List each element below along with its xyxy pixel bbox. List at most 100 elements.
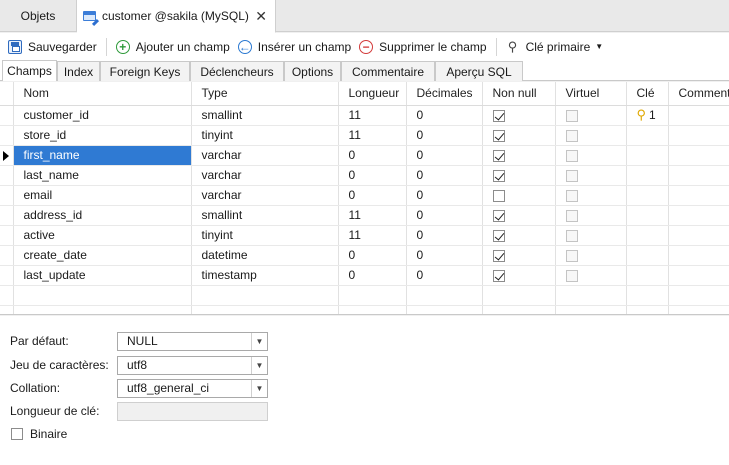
cell-virtual[interactable] <box>555 125 627 146</box>
cell-comment[interactable] <box>668 245 729 266</box>
primary-key-button[interactable]: ⚲ Clé primaire ▼ <box>502 36 608 58</box>
fields-grid[interactable]: Nom Type Longueur Décimales Non null Vir… <box>0 82 729 315</box>
column-header-virtuel[interactable]: Virtuel <box>555 82 627 106</box>
column-header-nom[interactable]: Nom <box>13 82 192 106</box>
cell-not-null[interactable] <box>482 165 556 186</box>
row-indicator[interactable] <box>0 225 14 246</box>
cell-key[interactable] <box>626 265 669 286</box>
chevron-down-icon[interactable]: ▼ <box>251 333 267 350</box>
chevron-down-icon[interactable]: ▼ <box>251 357 267 374</box>
cell-comment[interactable] <box>668 185 729 206</box>
not-null-checkbox[interactable] <box>492 249 505 262</box>
cell-name[interactable]: last_name <box>13 165 192 186</box>
row-indicator[interactable] <box>0 305 14 314</box>
save-button[interactable]: Sauvegarder <box>4 36 101 58</box>
cell-virtual[interactable] <box>555 145 627 166</box>
cell-key[interactable] <box>626 245 669 266</box>
cell-key[interactable] <box>626 125 669 146</box>
table-row[interactable]: email varchar 0 0 <box>0 185 729 206</box>
row-indicator[interactable] <box>0 245 14 266</box>
cell-comment[interactable] <box>668 125 729 146</box>
cell-length[interactable]: 0 <box>338 145 407 166</box>
cell-decimals[interactable]: 0 <box>406 185 483 206</box>
cell-name[interactable]: active <box>13 225 192 246</box>
cell-length[interactable]: 0 <box>338 165 407 186</box>
not-null-checkbox[interactable] <box>492 109 505 122</box>
table-row[interactable]: first_name varchar 0 0 <box>0 145 729 166</box>
not-null-checkbox[interactable] <box>492 209 505 222</box>
row-indicator[interactable] <box>0 185 14 206</box>
cell-key[interactable] <box>626 185 669 206</box>
cell-key[interactable] <box>626 225 669 246</box>
cell-not-null[interactable] <box>482 265 556 286</box>
not-null-checkbox[interactable] <box>492 269 505 282</box>
tab-declencheurs[interactable]: Déclencheurs <box>190 61 284 81</box>
cell-name[interactable]: create_date <box>13 245 192 266</box>
cell-type[interactable]: tinyint <box>191 125 339 146</box>
row-indicator[interactable] <box>0 205 14 226</box>
cell-type[interactable]: varchar <box>191 165 339 186</box>
column-header-longueur[interactable]: Longueur <box>338 82 407 106</box>
cell-length[interactable]: 0 <box>338 265 407 286</box>
cell-comment[interactable] <box>668 105 729 126</box>
cell-key[interactable] <box>626 165 669 186</box>
column-header-commentaire[interactable]: Commentaire <box>668 82 729 106</box>
table-row[interactable]: last_update timestamp 0 0 <box>0 265 729 286</box>
tab-foreign-keys[interactable]: Foreign Keys <box>100 61 190 81</box>
not-null-checkbox[interactable] <box>492 129 505 142</box>
table-row[interactable]: address_id smallint 11 0 <box>0 205 729 226</box>
default-combo[interactable]: NULL ▼ <box>117 332 268 351</box>
table-row[interactable]: create_date datetime 0 0 <box>0 245 729 266</box>
cell-name[interactable]: first_name <box>13 145 192 166</box>
not-null-checkbox[interactable] <box>492 229 505 242</box>
cell-comment[interactable] <box>668 145 729 166</box>
cell-virtual[interactable] <box>555 105 627 126</box>
chevron-down-icon[interactable]: ▼ <box>251 380 267 397</box>
cell-decimals[interactable]: 0 <box>406 165 483 186</box>
not-null-checkbox[interactable] <box>492 149 505 162</box>
cell-not-null[interactable] <box>482 185 556 206</box>
cell-virtual[interactable] <box>555 185 627 206</box>
column-header-type[interactable]: Type <box>191 82 339 106</box>
cell-not-null[interactable] <box>482 225 556 246</box>
tab-apercu-sql[interactable]: Aperçu SQL <box>435 61 523 81</box>
cell-name[interactable]: email <box>13 185 192 206</box>
cell-comment[interactable] <box>668 205 729 226</box>
row-indicator[interactable] <box>0 285 14 306</box>
cell-decimals[interactable]: 0 <box>406 245 483 266</box>
column-header-non-null[interactable]: Non null <box>482 82 556 106</box>
cell-comment[interactable] <box>668 225 729 246</box>
cell-name[interactable]: last_update <box>13 265 192 286</box>
cell-decimals[interactable]: 0 <box>406 205 483 226</box>
cell-length[interactable]: 11 <box>338 105 407 126</box>
charset-combo[interactable]: utf8 ▼ <box>117 356 268 375</box>
cell-not-null[interactable] <box>482 145 556 166</box>
row-indicator[interactable] <box>0 145 14 166</box>
cell-virtual[interactable] <box>555 165 627 186</box>
cell-type[interactable]: varchar <box>191 145 339 166</box>
delete-field-button[interactable]: − Supprimer le champ <box>355 36 490 58</box>
tab-options[interactable]: Options <box>284 61 341 81</box>
cell-decimals[interactable]: 0 <box>406 265 483 286</box>
cell-length[interactable]: 11 <box>338 125 407 146</box>
cell-decimals[interactable]: 0 <box>406 125 483 146</box>
cell-comment[interactable] <box>668 265 729 286</box>
cell-type[interactable]: varchar <box>191 185 339 206</box>
table-row[interactable]: active tinyint 11 0 <box>0 225 729 246</box>
cell-not-null[interactable] <box>482 125 556 146</box>
column-header-cle[interactable]: Clé <box>626 82 669 106</box>
collation-combo[interactable]: utf8_general_ci ▼ <box>117 379 268 398</box>
tab-customer-design[interactable]: customer @sakila (MySQL) ✕ <box>77 0 276 33</box>
row-indicator[interactable] <box>0 125 14 146</box>
tab-champs[interactable]: Champs <box>2 60 57 81</box>
cell-length[interactable]: 0 <box>338 245 407 266</box>
cell-name[interactable]: store_id <box>13 125 192 146</box>
tab-objets[interactable]: Objets <box>0 0 77 32</box>
row-indicator[interactable] <box>0 265 14 286</box>
not-null-checkbox[interactable] <box>492 189 505 202</box>
column-header-decimales[interactable]: Décimales <box>406 82 483 106</box>
cell-decimals[interactable]: 0 <box>406 225 483 246</box>
cell-key[interactable] <box>626 205 669 226</box>
chevron-down-icon[interactable]: ▼ <box>595 42 603 51</box>
cell-key[interactable] <box>626 145 669 166</box>
